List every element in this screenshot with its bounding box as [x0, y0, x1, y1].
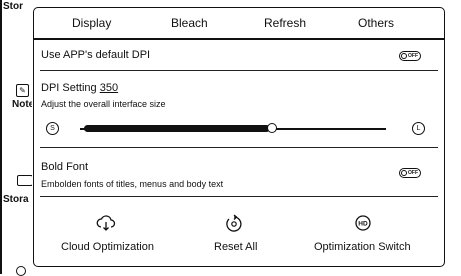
- tab-refresh[interactable]: Refresh: [264, 16, 306, 30]
- optimization-switch-label: Optimization Switch: [314, 241, 411, 253]
- tab-bar-divider: [34, 38, 444, 40]
- divider: [40, 70, 438, 71]
- cloud-optimization-label: Cloud Optimization: [61, 241, 154, 253]
- divider: [40, 196, 438, 197]
- default-dpi-toggle[interactable]: OFF: [399, 51, 421, 61]
- dpi-large-button[interactable]: L: [412, 122, 425, 135]
- bold-font-toggle[interactable]: OFF: [399, 168, 421, 178]
- dpi-slider-fill: [84, 125, 270, 132]
- bg-note-icon: ✎: [16, 84, 29, 97]
- dpi-setting-label: DPI Setting: [41, 82, 97, 94]
- bg-left-border: [0, 0, 2, 274]
- divider: [40, 147, 438, 148]
- cloud-download-icon: [96, 215, 116, 231]
- bg-bottom-icon: [16, 266, 26, 276]
- bg-note-label: Note: [12, 99, 35, 110]
- dpi-slider-thumb[interactable]: [266, 123, 277, 133]
- bg-storage2-label: Stora: [3, 194, 29, 205]
- toggle-state-text: OFF: [408, 53, 418, 59]
- bg-folder-icon: [17, 175, 33, 186]
- reset-all-label: Reset All: [214, 241, 258, 253]
- dpi-setting-subtitle: Adjust the overall interface size: [41, 99, 166, 109]
- tab-display[interactable]: Display: [72, 16, 111, 30]
- toggle-state-text: OFF: [408, 170, 418, 176]
- tab-bar: Display Bleach Refresh Others: [34, 8, 444, 36]
- bg-storage-label: Stor: [3, 1, 23, 12]
- hd-icon: HD: [355, 215, 371, 231]
- bold-font-label: Bold Font: [41, 161, 89, 173]
- dpi-setting-title: DPI Setting 350: [41, 82, 118, 94]
- display-settings-panel: Display Bleach Refresh Others Use APP's …: [33, 7, 445, 267]
- tab-others[interactable]: Others: [358, 16, 394, 30]
- tab-bleach[interactable]: Bleach: [171, 16, 208, 30]
- dpi-small-button[interactable]: S: [46, 122, 59, 135]
- reset-icon: [226, 214, 242, 232]
- svg-text:HD: HD: [358, 221, 368, 228]
- toggle-knob: [401, 53, 407, 59]
- default-dpi-label: Use APP's default DPI: [41, 49, 151, 61]
- dpi-value[interactable]: 350: [100, 82, 118, 94]
- bold-font-subtitle: Embolden fonts of titles, menus and body…: [41, 179, 224, 189]
- toggle-knob: [401, 170, 407, 176]
